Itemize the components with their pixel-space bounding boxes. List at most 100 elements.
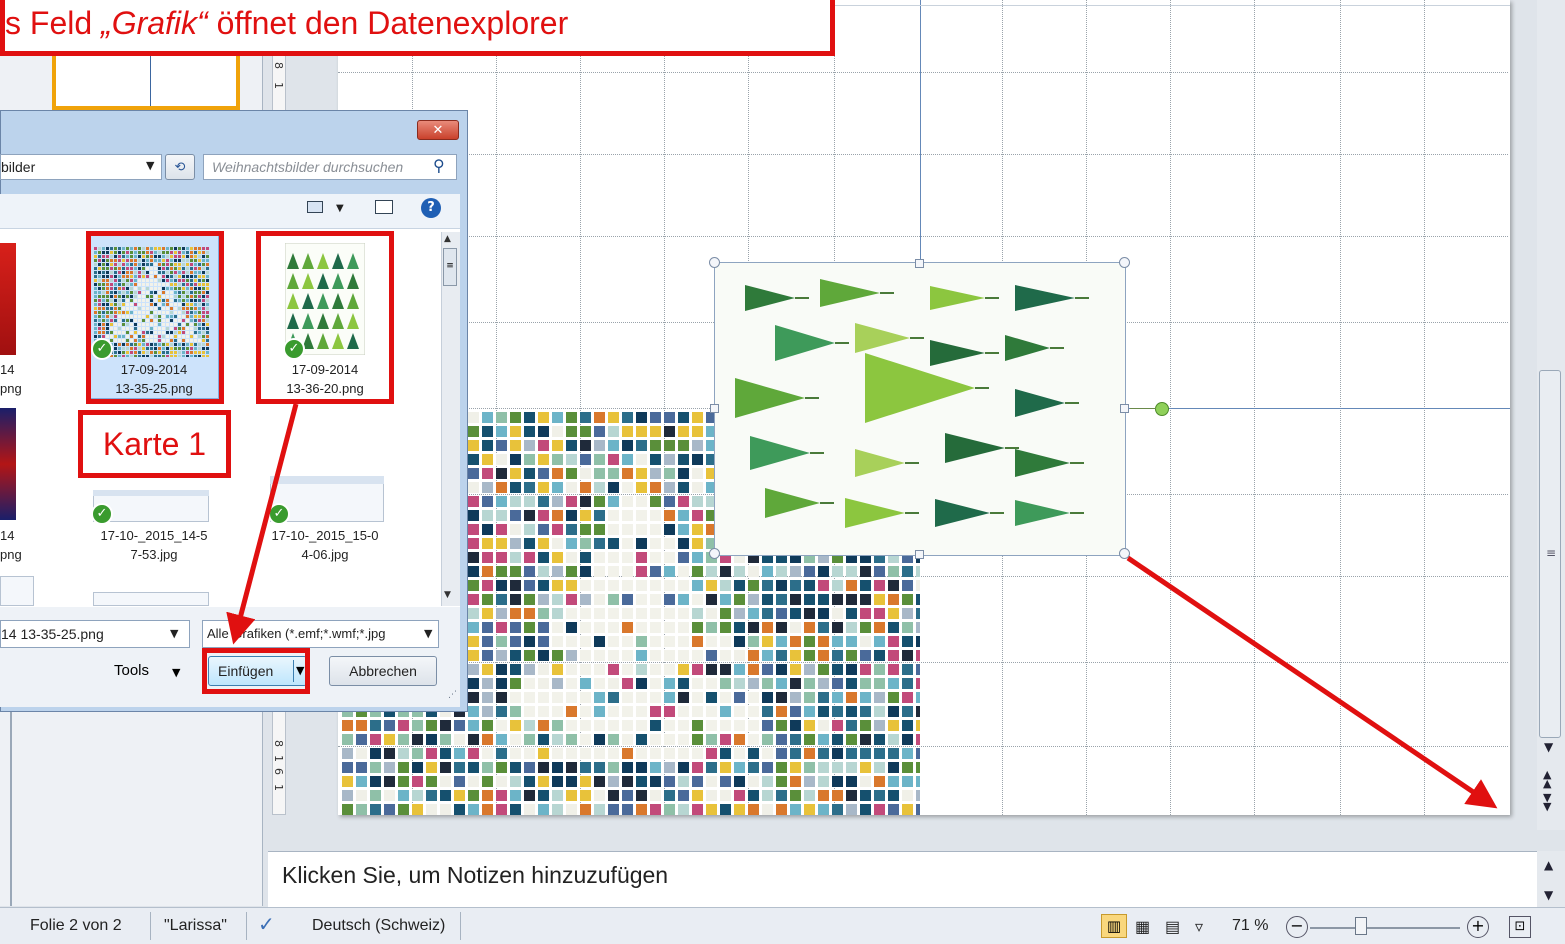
address-bar[interactable]: bilder [0,154,162,180]
file-thumbnail-partial[interactable] [93,592,209,606]
zoom-level[interactable]: 71 % [1232,917,1268,935]
mosaic-tile [566,678,577,689]
zoom-slider-track[interactable] [1310,927,1460,929]
mosaic-tile [524,426,535,437]
notes-scroll-up-icon[interactable]: ▲ [1544,858,1553,872]
mosaic-tile [734,734,745,745]
rotation-handle[interactable] [1155,402,1169,416]
chevron-down-icon[interactable]: ▼ [424,627,432,640]
help-icon[interactable]: ? [421,198,441,218]
mosaic-tile [706,692,717,703]
mosaic-tile [776,790,787,801]
scroll-up-icon[interactable]: ▲ [444,234,451,244]
mosaic-tile [608,692,619,703]
mosaic-tile [664,580,675,591]
mosaic-tile [902,706,913,717]
resize-grip-icon[interactable]: ⋰ [448,690,457,700]
preview-pane-icon[interactable] [375,200,393,214]
slideshow-icon[interactable]: ▿ [1195,917,1203,937]
mosaic-tile [888,776,899,787]
mosaic-tile [524,748,535,759]
file-thumbnail-red[interactable] [0,243,16,355]
resize-handle-top-left[interactable] [709,257,720,268]
reading-view-icon[interactable]: ▤ [1165,917,1180,937]
file-name[interactable]: png [0,380,30,398]
file-name[interactable]: 4-06.jpg [260,546,390,564]
file-thumbnail-partial[interactable] [0,576,34,606]
mosaic-tile [664,692,675,703]
mosaic-tile [608,664,619,675]
mosaic-tile [650,790,661,801]
file-thumbnail-dark[interactable] [0,408,16,520]
file-name[interactable]: 14 [0,361,14,379]
file-name[interactable]: 7-53.jpg [89,546,219,564]
notes-scroll-down-icon[interactable]: ▼ [1544,888,1553,902]
resize-handle-top[interactable] [915,259,924,268]
file-name[interactable]: 14 [0,527,14,545]
mosaic-tile [510,678,521,689]
zoom-out-icon[interactable]: − [1286,916,1308,938]
resize-handle-bottom-left[interactable] [709,548,720,559]
file-name[interactable]: 17-10-_2015_15-0 [260,527,390,545]
filetype-select[interactable]: Alle Grafiken (*.emf;*.wmf;*.jpg [202,620,439,648]
fit-to-window-icon[interactable]: ⊡ [1509,916,1531,938]
mosaic-tile [706,622,717,633]
file-list-scrollbar[interactable] [441,232,460,606]
mosaic-tile [496,482,507,493]
filename-field[interactable]: 14 13-35-25.png [0,620,190,648]
mosaic-tile [664,762,675,773]
language-indicator[interactable]: Deutsch (Schweiz) [312,917,445,935]
resize-handle-top-right[interactable] [1119,257,1130,268]
resize-handle-right[interactable] [1120,404,1129,413]
tools-menu[interactable]: Tools [114,662,149,679]
mosaic-tile [580,664,591,675]
refresh-icon[interactable]: ⟲ [165,154,195,180]
mosaic-tile [860,594,871,605]
spellcheck-icon[interactable]: ✓ [258,912,275,937]
chevron-down-icon[interactable]: ▼ [146,159,154,172]
slide-sorter-icon[interactable]: ▦ [1135,917,1150,937]
mosaic-tile [482,608,493,619]
search-input[interactable]: Weihnachtsbilder durchsuchen [203,154,457,180]
christmas-tree-picture[interactable] [714,262,1126,556]
mosaic-tile [650,482,661,493]
mosaic-tile [776,734,787,745]
mosaic-tile [706,678,717,689]
mosaic-tile [482,594,493,605]
mosaic-tile [678,594,689,605]
chevron-down-icon[interactable]: ▼ [170,627,178,640]
mosaic-tile [748,608,759,619]
zoom-slider-thumb[interactable] [1355,917,1367,935]
mosaic-tile [622,608,633,619]
notes-placeholder[interactable]: Klicken Sie, um Notizen hinzuzufügen [282,862,668,889]
previous-slide-icon[interactable]: ▲ ▲ [1543,769,1551,789]
resize-handle-bottom-right[interactable] [1119,548,1130,559]
zoom-in-icon[interactable]: + [1467,916,1489,938]
mosaic-tile [524,636,535,647]
cancel-button[interactable]: Abbrechen [329,656,437,686]
mosaic-tile [608,734,619,745]
mosaic-tile [468,552,479,563]
file-name[interactable]: png [0,546,30,564]
resize-handle-left[interactable] [710,404,719,413]
mosaic-tile [664,412,675,423]
file-name[interactable]: 17-10-_2015_14-5 [89,527,219,545]
tree-shape [1015,389,1065,417]
mosaic-tile [468,622,479,633]
mosaic-tile [552,720,563,731]
mosaic-tile [580,636,591,647]
view-options-icon[interactable] [307,201,323,213]
mosaic-tile [664,622,675,633]
search-icon[interactable]: ⚲ [433,156,445,175]
scroll-down-icon[interactable]: ▼ [1544,740,1553,754]
resize-handle-bottom[interactable] [915,550,924,559]
normal-view-icon[interactable]: ▥ [1101,914,1127,938]
next-slide-icon[interactable]: ▼ ▼ [1543,792,1551,812]
close-icon[interactable]: ✕ [417,120,459,140]
mosaic-tile [580,692,591,703]
mosaic-tile [692,720,703,731]
chevron-down-icon[interactable]: ▼ [172,666,180,679]
scroll-down-icon[interactable]: ▼ [444,590,451,600]
scrollbar-thumb[interactable]: ≡ [443,248,457,286]
chevron-down-icon[interactable]: ▼ [336,203,344,214]
